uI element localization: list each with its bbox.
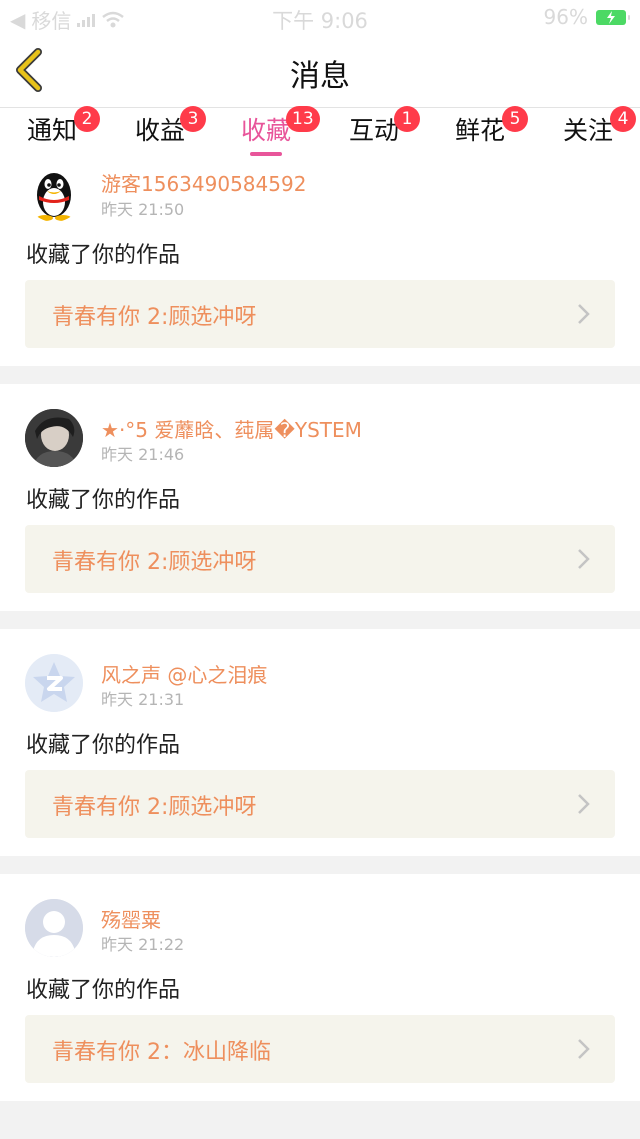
tab-flowers[interactable]: 鲜花 5	[454, 106, 528, 162]
timestamp: 昨天 21:50	[101, 200, 185, 219]
list-item: 殇罂粟 昨天 21:22 收藏了你的作品 青春有你 2：冰山降临	[0, 874, 640, 1101]
nav-bar: 消息	[0, 34, 640, 108]
work-link[interactable]: 青春有你 2:顾选冲呀	[25, 280, 615, 348]
avatar[interactable]	[25, 654, 83, 712]
message-text: 收藏了你的作品	[26, 978, 181, 1003]
avatar[interactable]	[25, 409, 83, 467]
tab-favorites[interactable]: 收藏 13	[240, 106, 320, 162]
chevron-right-icon	[578, 794, 590, 814]
tab-label: 关注	[562, 116, 613, 145]
work-title: 青春有你 2:顾选冲呀	[52, 305, 257, 330]
divider	[0, 1101, 640, 1119]
timestamp: 昨天 21:31	[101, 690, 185, 709]
username[interactable]: 游客1563490584592	[101, 168, 306, 197]
unread-badge: 3	[180, 106, 206, 132]
app-screen: ◀ 移信 下午 9:06 96% 消息 通知 2 收益 3 收藏 13 互动 1…	[0, 0, 640, 1139]
tab-interactions[interactable]: 互动 1	[348, 106, 420, 162]
work-link[interactable]: 青春有你 2:顾选冲呀	[25, 525, 615, 593]
unread-badge: 2	[74, 106, 100, 132]
unread-badge: 13	[286, 106, 320, 132]
work-title: 青春有你 2:顾选冲呀	[52, 795, 257, 820]
work-link[interactable]: 青春有你 2：冰山降临	[25, 1015, 615, 1083]
tab-following[interactable]: 关注 4	[562, 106, 636, 162]
chevron-right-icon	[578, 549, 590, 569]
unread-badge: 5	[502, 106, 528, 132]
qzone-star-icon	[25, 654, 83, 712]
status-bar: ◀ 移信 下午 9:06 96%	[0, 0, 640, 34]
tab-label: 鲜花	[454, 116, 505, 145]
timestamp: 昨天 21:46	[101, 445, 185, 464]
tab-label: 收藏	[240, 116, 291, 145]
tab-underline	[250, 152, 282, 156]
username-text: ·°5 爱蘼晗、莼属�YSTEM	[118, 418, 362, 442]
user-photo-icon	[25, 409, 83, 467]
list-item: 游客1563490584592 昨天 21:50 收藏了你的作品 青春有你 2:…	[0, 162, 640, 366]
battery-percent: 96%	[543, 5, 588, 29]
favorites-feed: 游客1563490584592 昨天 21:50 收藏了你的作品 青春有你 2:…	[0, 162, 640, 1119]
message-text: 收藏了你的作品	[26, 243, 181, 268]
chevron-right-icon	[578, 1039, 590, 1059]
unread-badge: 1	[394, 106, 420, 132]
list-item: ★·°5 爱蘼晗、莼属�YSTEM 昨天 21:46 收藏了你的作品 青春有你 …	[0, 384, 640, 611]
divider	[0, 856, 640, 874]
divider	[0, 366, 640, 384]
work-link[interactable]: 青春有你 2:顾选冲呀	[25, 770, 615, 838]
tab-label: 收益	[134, 116, 185, 145]
message-text: 收藏了你的作品	[26, 733, 181, 758]
username[interactable]: ★·°5 爱蘼晗、莼属�YSTEM	[101, 414, 362, 443]
star-icon: ★	[101, 418, 119, 442]
tab-notifications[interactable]: 通知 2	[26, 106, 100, 162]
avatar[interactable]	[25, 899, 83, 957]
list-item: 风之声 @心之泪痕 昨天 21:31 收藏了你的作品 青春有你 2:顾选冲呀	[0, 629, 640, 856]
status-right: 96%	[543, 5, 630, 29]
tab-bar: 通知 2 收益 3 收藏 13 互动 1 鲜花 5 关注 4	[0, 106, 640, 162]
page-title: 消息	[290, 59, 350, 94]
qq-penguin-icon	[37, 173, 71, 221]
avatar[interactable]	[25, 164, 83, 222]
default-avatar-icon	[25, 899, 83, 957]
tab-earnings[interactable]: 收益 3	[134, 106, 206, 162]
username[interactable]: 殇罂粟	[101, 904, 161, 933]
unread-badge: 4	[610, 106, 636, 132]
charging-bolt-icon	[607, 10, 615, 24]
timestamp: 昨天 21:22	[101, 935, 185, 954]
work-title: 青春有你 2：冰山降临	[52, 1040, 271, 1065]
chevron-right-icon	[578, 304, 590, 324]
tab-label: 互动	[348, 116, 399, 145]
tab-label: 通知	[26, 116, 77, 145]
username[interactable]: 风之声 @心之泪痕	[101, 659, 267, 688]
work-title: 青春有你 2:顾选冲呀	[52, 550, 257, 575]
divider	[0, 611, 640, 629]
message-text: 收藏了你的作品	[26, 488, 181, 513]
battery-icon	[596, 9, 630, 25]
